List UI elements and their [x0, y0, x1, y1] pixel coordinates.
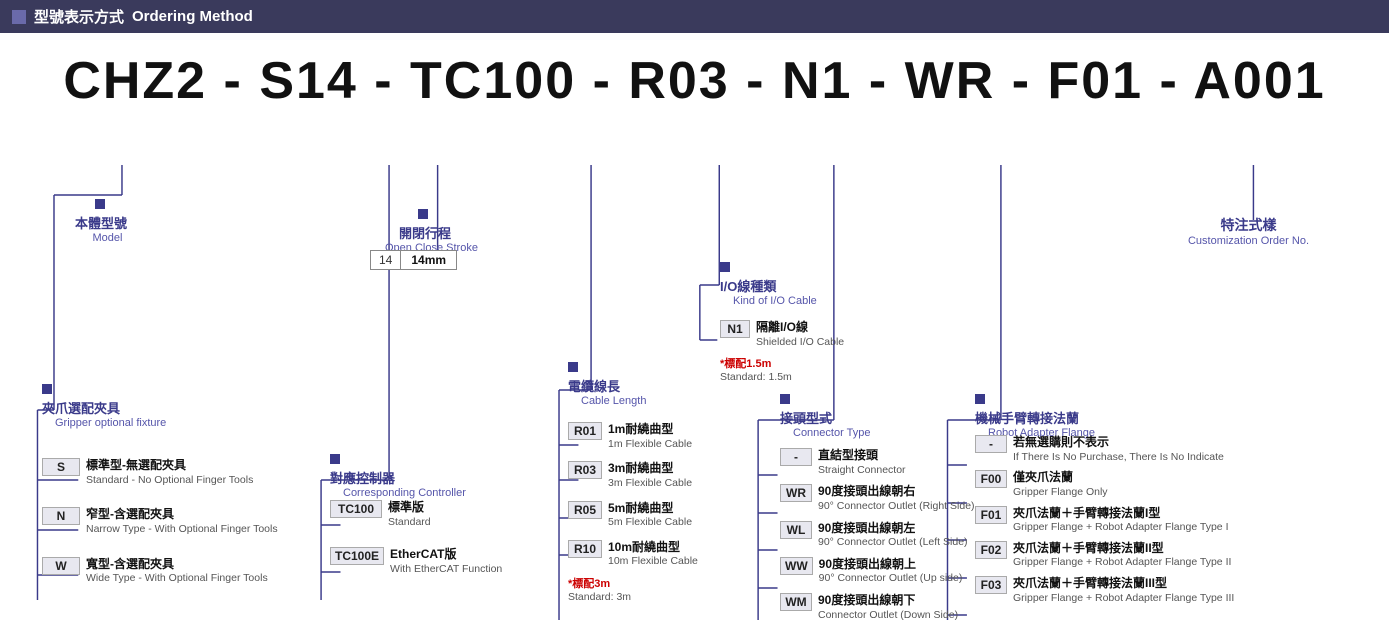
body-model-label: 本體型號 Model [75, 195, 127, 244]
stroke-value: 14mm [401, 250, 457, 270]
io-desc-n1: 隔離I/O線 Shielded I/O Cable [756, 320, 844, 349]
gripper-code-n: N [42, 507, 80, 525]
connector-desc-ww: 90度接頭出線朝上 90° Connector Outlet (Up side) [819, 557, 963, 586]
cable-code-r03: R03 [568, 461, 602, 479]
stroke-box: 14 14mm [370, 250, 457, 270]
cable-note-gray: Standard: 3m [568, 591, 698, 603]
cable-code-r01: R01 [568, 422, 602, 440]
flange-desc-f02: 夾爪法蘭＋手臂轉接法蘭II型 Gripper Flange + Robot Ad… [1013, 541, 1231, 570]
flange-label: 機械手臂轉接法蘭 Robot Adapter Flange [975, 390, 1095, 439]
cable-option-r03: R03 3m耐繞曲型 3m Flexible Cable [568, 461, 698, 490]
io-note-gray: Standard: 1.5m [720, 371, 844, 383]
connector-code-dash: - [780, 448, 812, 466]
cable-desc-r05: 5m耐繞曲型 5m Flexible Cable [608, 501, 692, 530]
connector-code-wr: WR [780, 484, 812, 502]
flange-desc-dash: 若無選購則不表示 If There Is No Purchase, There … [1013, 435, 1224, 464]
connector-option-dash: - 直結型接頭 Straight Connector [780, 448, 975, 477]
cable-option-r10: R10 10m耐繞曲型 10m Flexible Cable [568, 540, 698, 569]
controller-desc-tc100: 標準版 Standard [388, 500, 431, 529]
flange-desc-f00: 僅夾爪法蘭 Gripper Flange Only [1013, 470, 1108, 499]
flange-desc-f03: 夾爪法蘭＋手臂轉接法蘭III型 Gripper Flange + Robot A… [1013, 576, 1234, 605]
gripper-option-w: W 寬型-含選配夾具 Wide Type - With Optional Fin… [42, 557, 278, 586]
controller-options: TC100 標準版 Standard TC100E EtherCAT版 With… [330, 500, 502, 578]
connector-option-wm: WM 90度接頭出線朝下 Connector Outlet (Down Side… [780, 593, 975, 622]
io-label: I/O線種類 Kind of I/O Cable [720, 258, 817, 307]
flange-code-f02: F02 [975, 541, 1007, 559]
connector-options: - 直結型接頭 Straight Connector WR 90度接頭出線朝右 … [780, 448, 975, 624]
header: 型號表示方式 Ordering Method [0, 0, 1389, 33]
gripper-option-n: N 窄型-含選配夾具 Narrow Type - With Optional F… [42, 507, 278, 536]
io-note-red: *標配1.5m [720, 355, 844, 371]
flange-code-dash: - [975, 435, 1007, 453]
cable-label: 電纜線長 Cable Length [568, 358, 646, 407]
flange-option-dash: - 若無選購則不表示 If There Is No Purchase, Ther… [975, 435, 1234, 464]
cable-desc-r01: 1m耐繞曲型 1m Flexible Cable [608, 422, 692, 451]
connector-desc-wm: 90度接頭出線朝下 Connector Outlet (Down Side) [818, 593, 958, 622]
connector-code-wm: WM [780, 593, 812, 611]
io-code-n1: N1 [720, 320, 750, 338]
connector-code-wl: WL [780, 521, 812, 539]
gripper-desc-w: 寬型-含選配夾具 Wide Type - With Optional Finge… [86, 557, 268, 586]
header-title-en: Ordering Method [132, 8, 253, 25]
customization-label: 特注式樣 Customization Order No. [1188, 215, 1309, 247]
connector-desc-wl: 90度接頭出線朝左 90° Connector Outlet (Left Sid… [818, 521, 968, 550]
gripper-code-s: S [42, 458, 80, 476]
gripper-code-w: W [42, 557, 80, 575]
stroke-code: 14 [370, 250, 401, 270]
open-close-label: 開閉行程 Open Close Stroke [372, 205, 478, 254]
model-code: CHZ2 - S14 - TC100 - R03 - N1 - WR - F01… [20, 53, 1369, 110]
flange-code-f03: F03 [975, 576, 1007, 594]
controller-code-tc100: TC100 [330, 500, 382, 518]
gripper-option-s: S 標準型-無選配夾具 Standard - No Optional Finge… [42, 458, 278, 487]
flange-option-f01: F01 夾爪法蘭＋手臂轉接法蘭I型 Gripper Flange + Robot… [975, 506, 1234, 535]
flange-option-f00: F00 僅夾爪法蘭 Gripper Flange Only [975, 470, 1234, 499]
controller-desc-tc100e: EtherCAT版 With EtherCAT Function [390, 547, 502, 576]
cable-option-r01: R01 1m耐繞曲型 1m Flexible Cable [568, 422, 698, 451]
connector-desc-dash: 直結型接頭 Straight Connector [818, 448, 906, 477]
controller-option-tc100e: TC100E EtherCAT版 With EtherCAT Function [330, 547, 502, 576]
cable-desc-r10: 10m耐繞曲型 10m Flexible Cable [608, 540, 698, 569]
io-options: N1 隔離I/O線 Shielded I/O Cable *標配1.5m Sta… [720, 320, 844, 383]
flange-code-f01: F01 [975, 506, 1007, 524]
cable-note-red: *標配3m [568, 575, 698, 591]
header-title-zh: 型號表示方式 [34, 6, 124, 27]
cable-options: R01 1m耐繞曲型 1m Flexible Cable R03 3m耐繞曲型 … [568, 422, 698, 603]
io-option-n1: N1 隔離I/O線 Shielded I/O Cable [720, 320, 844, 349]
controller-code-tc100e: TC100E [330, 547, 384, 565]
flange-code-f00: F00 [975, 470, 1007, 488]
controller-option-tc100: TC100 標準版 Standard [330, 500, 502, 529]
controller-label: 對應控制器 Corresponding Controller [330, 450, 466, 499]
connector-option-ww: WW 90度接頭出線朝上 90° Connector Outlet (Up si… [780, 557, 975, 586]
flange-options: - 若無選購則不表示 If There Is No Purchase, Ther… [975, 435, 1234, 607]
header-square [12, 10, 26, 24]
flange-option-f02: F02 夾爪法蘭＋手臂轉接法蘭II型 Gripper Flange + Robo… [975, 541, 1234, 570]
gripper-desc-s: 標準型-無選配夾具 Standard - No Optional Finger … [86, 458, 253, 487]
gripper-options: S 標準型-無選配夾具 Standard - No Optional Finge… [42, 458, 278, 588]
cable-desc-r03: 3m耐繞曲型 3m Flexible Cable [608, 461, 692, 490]
cable-code-r05: R05 [568, 501, 602, 519]
connector-code-ww: WW [780, 557, 813, 575]
flange-desc-f01: 夾爪法蘭＋手臂轉接法蘭I型 Gripper Flange + Robot Ada… [1013, 506, 1228, 535]
gripper-fixture-label: 夾爪選配夾具 Gripper optional fixture [42, 380, 166, 429]
flange-option-f03: F03 夾爪法蘭＋手臂轉接法蘭III型 Gripper Flange + Rob… [975, 576, 1234, 605]
connector-option-wr: WR 90度接頭出線朝右 90° Connector Outlet (Right… [780, 484, 975, 513]
gripper-desc-n: 窄型-含選配夾具 Narrow Type - With Optional Fin… [86, 507, 278, 536]
connector-desc-wr: 90度接頭出線朝右 90° Connector Outlet (Right Si… [818, 484, 975, 513]
cable-code-r10: R10 [568, 540, 602, 558]
cable-option-r05: R05 5m耐繞曲型 5m Flexible Cable [568, 501, 698, 530]
connector-option-wl: WL 90度接頭出線朝左 90° Connector Outlet (Left … [780, 521, 975, 550]
connector-label: 接頭型式 Connector Type [780, 390, 870, 439]
